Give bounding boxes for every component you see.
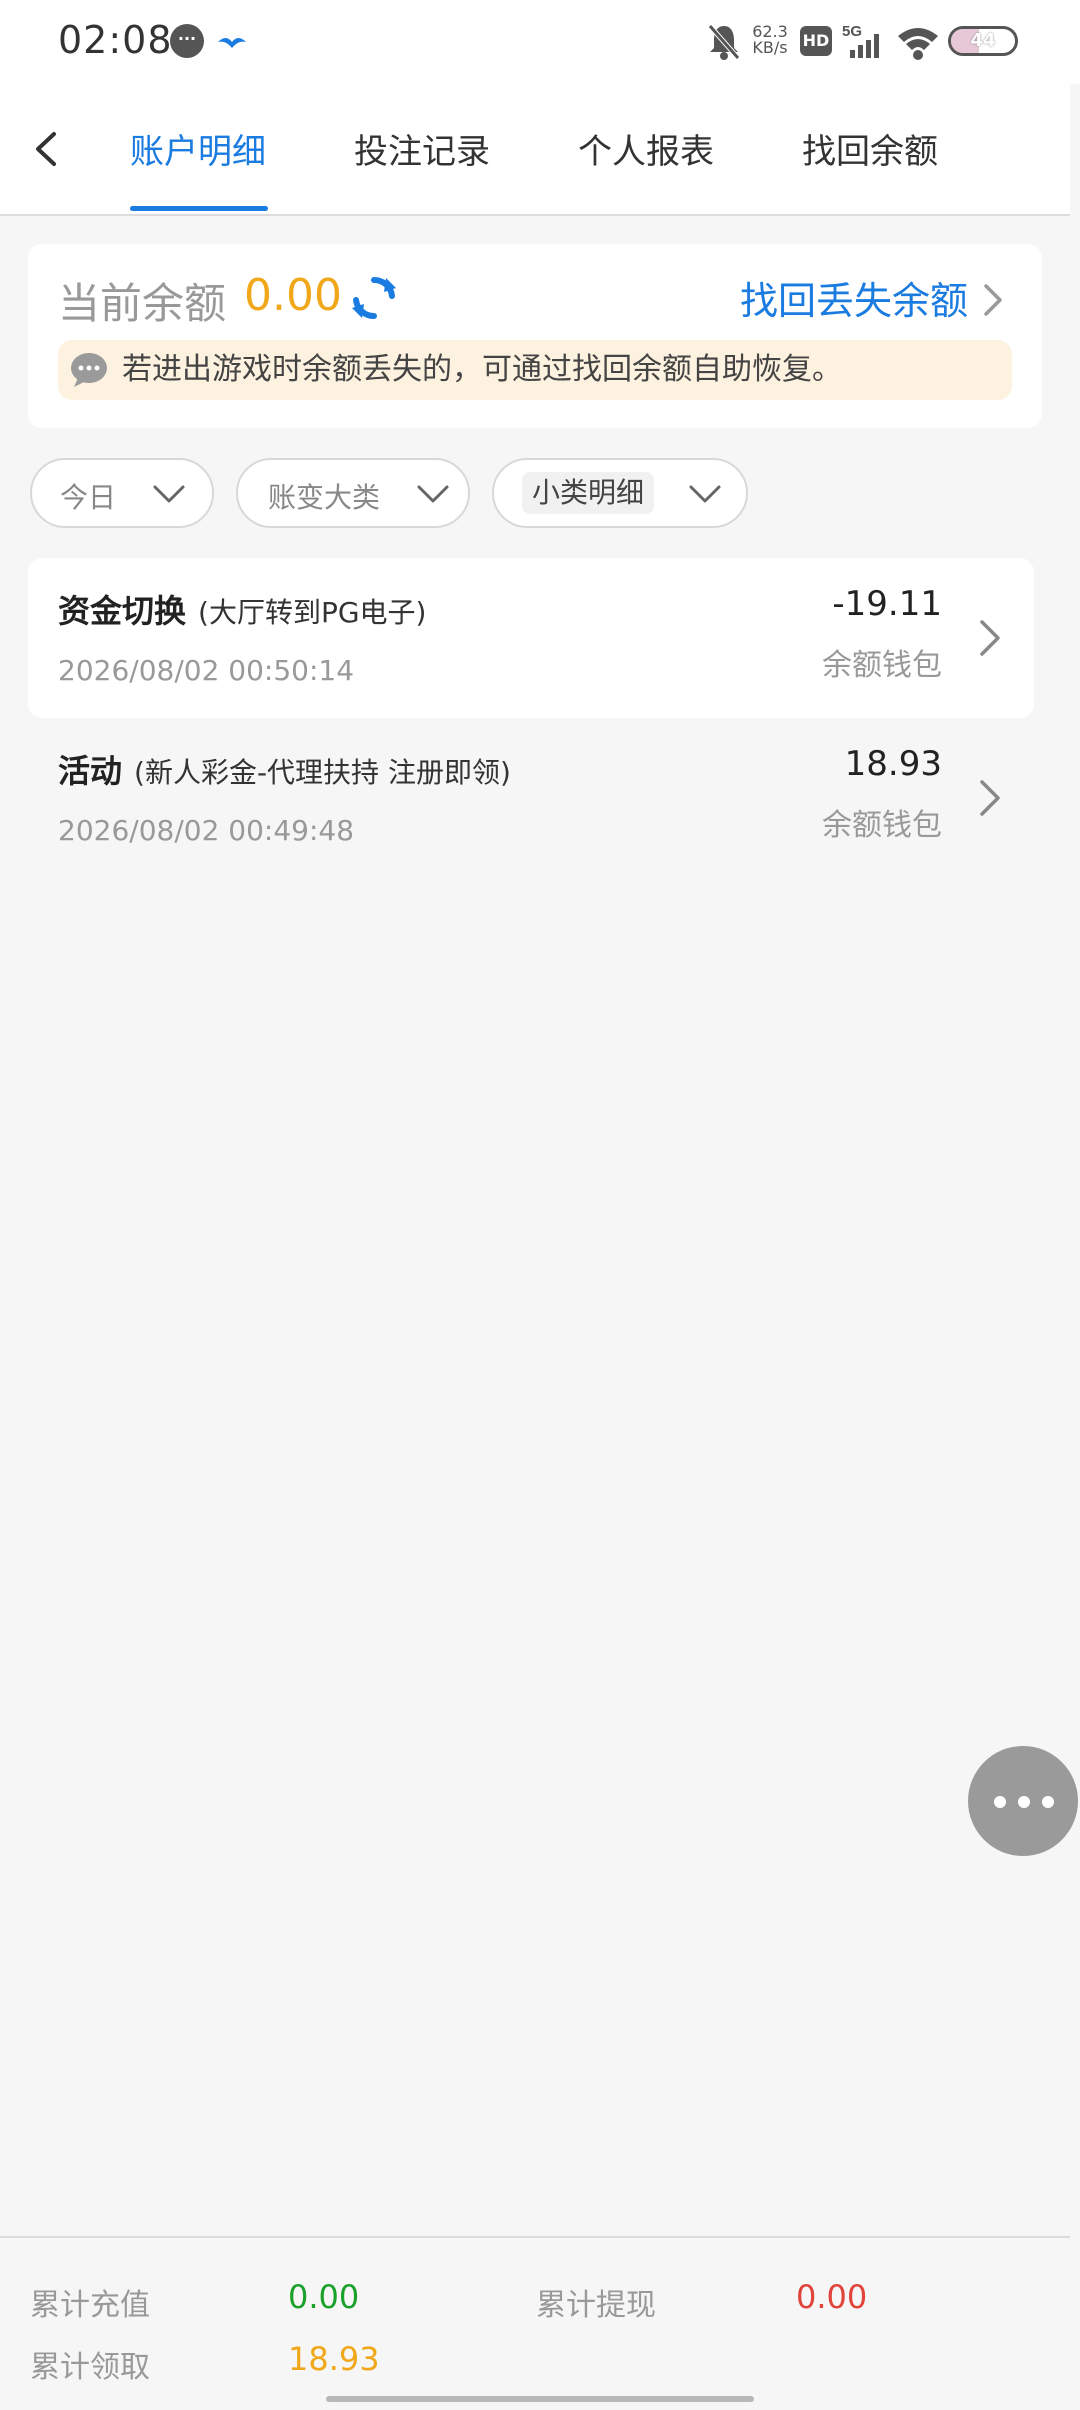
network-speed: 62.3 KB/s bbox=[750, 24, 790, 68]
record-title: 资金切换 (大厅转到PG电子) bbox=[58, 586, 426, 632]
more-dot-icon bbox=[1042, 1796, 1054, 1808]
chat-bubble-icon bbox=[71, 353, 107, 387]
battery-level: 44 bbox=[970, 30, 996, 51]
list-item[interactable]: 活动 (新人彩金-代理扶持 注册即领) 2026/08/02 00:49:48 1… bbox=[28, 718, 1034, 878]
major-category-filter[interactable]: 账变大类 bbox=[236, 458, 470, 528]
record-type: 活动 bbox=[58, 752, 123, 790]
status-time: 02:08 bbox=[58, 18, 173, 62]
record-title: 活动 (新人彩金-代理扶持 注册即领) bbox=[58, 746, 511, 792]
record-wallet: 余额钱包 bbox=[822, 648, 942, 683]
back-arrow-icon[interactable] bbox=[22, 124, 72, 174]
chevron-down-icon bbox=[689, 485, 721, 503]
more-dot-icon bbox=[1018, 1796, 1030, 1808]
wifi-icon bbox=[898, 28, 938, 60]
refresh-icon[interactable] bbox=[350, 274, 398, 322]
balance-label: 当前余额 bbox=[58, 279, 227, 328]
minor-category-label: 小类明细 bbox=[522, 472, 655, 514]
notice-text: 若进出游戏时余额丢失的，可通过找回余额自助恢复。 bbox=[122, 352, 842, 387]
home-indicator[interactable] bbox=[326, 2396, 754, 2402]
record-wallet: 余额钱包 bbox=[822, 808, 942, 843]
chevron-right-icon[interactable] bbox=[978, 280, 1008, 320]
status-bar: 02:08 ··· 62.3 KB/s HD 5G 44 bbox=[0, 0, 1080, 84]
hd-icon: HD bbox=[800, 26, 832, 56]
total-withdraw-label: 累计提现 bbox=[536, 2288, 656, 2323]
list-item[interactable]: 资金切换 (大厅转到PG电子) 2026/08/02 00:50:14 -19.1… bbox=[28, 558, 1034, 718]
total-recharge-label: 累计充值 bbox=[30, 2288, 150, 2323]
date-filter[interactable]: 今日 bbox=[30, 458, 214, 528]
bird-app-icon bbox=[218, 38, 246, 48]
tab-recover-balance[interactable]: 找回余额 bbox=[802, 124, 938, 173]
record-time: 2026/08/02 00:49:48 bbox=[58, 814, 355, 847]
message-notification-icon: ··· bbox=[170, 24, 204, 58]
chevron-down-icon bbox=[417, 485, 449, 503]
record-detail: (大厅转到PG电子) bbox=[198, 596, 427, 629]
battery-icon: 44 bbox=[948, 26, 1018, 56]
tab-account-details[interactable]: 账户明细 bbox=[130, 124, 266, 173]
more-options-button[interactable] bbox=[968, 1746, 1078, 1856]
major-category-label: 账变大类 bbox=[268, 481, 381, 514]
recover-lost-balance-link[interactable]: 找回丢失余额 bbox=[740, 270, 968, 325]
total-claimed-label: 累计领取 bbox=[30, 2350, 150, 2385]
balance-card: 当前余额 0.00 找回丢失余额 若进出游戏时余额丢失的，可通过找回余额自助恢复… bbox=[28, 244, 1042, 428]
record-type: 资金切换 bbox=[58, 592, 187, 630]
tab-bet-records[interactable]: 投注记录 bbox=[354, 124, 490, 173]
tab-personal-report[interactable]: 个人报表 bbox=[578, 124, 714, 173]
record-amount: 18.93 bbox=[844, 744, 942, 784]
signal-5g-icon: 5G bbox=[842, 23, 879, 58]
total-claimed-value: 18.93 bbox=[288, 2340, 380, 2378]
tab-header: 账户明细 投注记录 个人报表 找回余额 bbox=[0, 84, 1070, 216]
balance-notice: 若进出游戏时余额丢失的，可通过找回余额自助恢复。 bbox=[58, 340, 1012, 400]
total-recharge-value: 0.00 bbox=[288, 2278, 360, 2316]
minor-category-filter[interactable]: 小类明细 bbox=[492, 458, 748, 528]
balance-value: 0.00 bbox=[244, 270, 342, 321]
svg-text:5G: 5G bbox=[842, 23, 862, 40]
summary-bar: 累计充值 0.00 累计提现 0.00 累计领取 18.93 bbox=[0, 2236, 1070, 2410]
date-filter-label: 今日 bbox=[60, 481, 117, 514]
total-withdraw-value: 0.00 bbox=[796, 2278, 868, 2316]
chevron-right-icon[interactable] bbox=[974, 776, 1004, 820]
more-dot-icon bbox=[994, 1796, 1006, 1808]
record-time: 2026/08/02 00:50:14 bbox=[58, 654, 355, 687]
chevron-down-icon bbox=[153, 485, 185, 503]
record-detail: (新人彩金-代理扶持 注册即领) bbox=[134, 756, 511, 789]
network-speed-unit: KB/s bbox=[752, 38, 788, 57]
record-amount: -19.11 bbox=[832, 584, 942, 624]
mute-bell-icon bbox=[708, 24, 740, 60]
active-tab-indicator bbox=[130, 206, 268, 211]
chevron-right-icon[interactable] bbox=[974, 616, 1004, 660]
